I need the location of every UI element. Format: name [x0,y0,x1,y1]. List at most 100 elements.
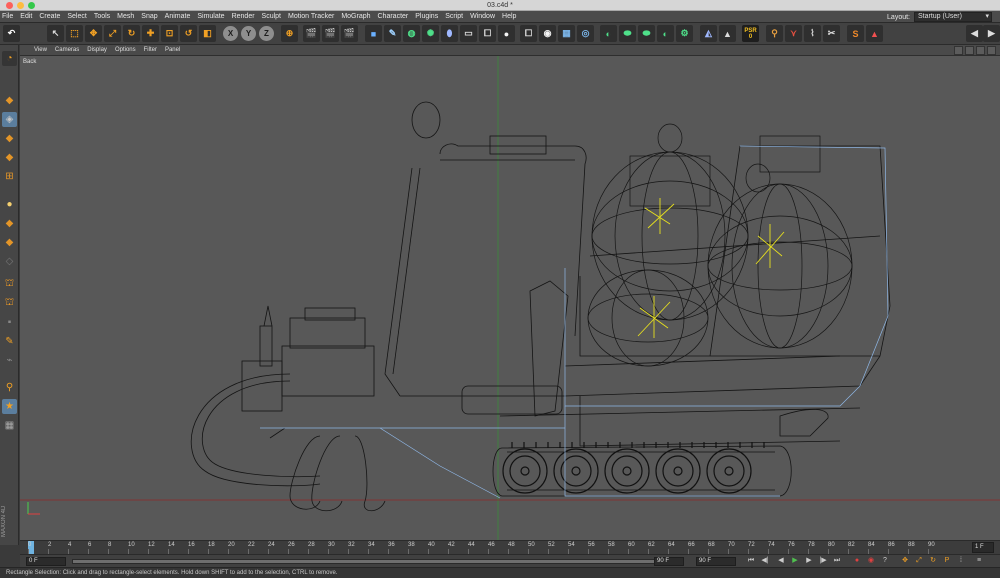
menu-script[interactable]: Script [445,11,463,23]
texture-mode-icon[interactable]: ◆ [2,131,17,146]
next-key-icon[interactable]: |▶ [818,556,828,566]
quantize-icon[interactable]: ▪ [2,315,17,330]
points-mode-icon[interactable]: ● [2,197,17,212]
make-editable-icon[interactable]: ◔ [2,51,17,66]
toggle-panel-icon[interactable] [987,46,996,55]
render-picture-viewer-icon[interactable]: 🎬 [322,25,339,42]
play-forward-icon[interactable]: ▶ [790,556,800,566]
pen-spline-icon[interactable]: ✎ [384,25,401,42]
hair-icon[interactable]: ✂ [823,25,840,42]
previous-frame-icon[interactable]: ◀ [776,556,786,566]
viewport-menu-cameras[interactable]: Cameras [55,45,79,56]
pan-view-icon[interactable] [954,46,963,55]
object-mode-icon[interactable]: ◈ [2,112,17,127]
snap-settings-icon[interactable]: ⛫ [2,296,17,311]
axis-mode-icon[interactable]: ⊞ [2,169,17,184]
timeline-menu-icon[interactable]: ≡ [974,556,984,566]
lock-workplane-icon[interactable]: ⚲ [2,380,17,395]
menu-window[interactable]: Window [470,11,495,23]
mograph-effector-icon[interactable]: ◐ [657,25,674,42]
subdivision-surface-icon[interactable]: ◍ [403,25,420,42]
light-icon[interactable]: ● [498,25,515,42]
sculpt-icon[interactable]: ◭ [700,25,717,42]
array-icon[interactable]: ✺ [422,25,439,42]
viewport-menu-filter[interactable]: Filter [144,45,157,56]
model-mode-icon[interactable]: ◆ [2,93,17,108]
zoom-view-icon[interactable] [965,46,974,55]
viewport-menu-display[interactable]: Display [87,45,107,56]
rectangle-selection-icon[interactable]: ⬚ [66,25,83,42]
menu-character[interactable]: Character [378,11,409,23]
end-frame-field[interactable]: 90 F [696,557,736,566]
camera-icon[interactable]: ⧠ [479,25,496,42]
snap-enable-icon[interactable]: ⛫ [2,277,17,292]
key-pla-icon[interactable]: ⁞ [956,556,966,566]
keyframe-selection-icon[interactable]: ? [880,556,890,566]
record-active-icon[interactable]: ● [852,556,862,566]
ik-chain-icon[interactable]: ⋎ [785,25,802,42]
start-frame-field[interactable]: 0 F [26,557,66,566]
menu-animate[interactable]: Animate [165,11,191,23]
move-tool-icon[interactable]: ✥ [85,25,102,42]
autokey-icon[interactable]: ◉ [866,556,876,566]
grid-plane-icon[interactable]: ▦ [558,25,575,42]
dynamics-icon[interactable]: ⌇ [804,25,821,42]
menu-motion-tracker[interactable]: Motion Tracker [288,11,334,23]
scale-object-icon[interactable]: ⊡ [161,25,178,42]
previous-key-icon[interactable]: ◀| [760,556,770,566]
globe-sky-icon[interactable]: ◎ [577,25,594,42]
edges-mode-icon[interactable]: ◆ [2,216,17,231]
current-frame-field[interactable]: 1 F [972,542,994,553]
back-viewport[interactable]: Back [20,56,1000,540]
key-rotation-icon[interactable]: ↻ [928,556,938,566]
layout-dropdown[interactable]: Startup (User) [914,12,992,22]
undo-icon[interactable]: ↶ [3,25,20,42]
render-settings-icon[interactable]: 🎬 [341,25,358,42]
scene-camera-icon[interactable]: ⧠ [520,25,537,42]
menu-snap[interactable]: Snap [141,11,157,23]
psr-indicator[interactable]: PSR 0 [742,25,759,42]
preview-end-field[interactable]: 90 F [654,557,684,566]
primitive-shapes-icon[interactable]: ▲ [866,25,883,42]
y-axis-lock-icon[interactable]: Y [241,26,256,41]
paint-icon[interactable]: ⌁ [2,353,17,368]
rotate-object-icon[interactable]: ↺ [180,25,197,42]
menu-help[interactable]: Help [502,11,516,23]
workplane-mode-icon[interactable]: ◆ [2,150,17,165]
viewport-menu-panel[interactable]: Panel [165,45,180,56]
mograph-field-icon[interactable]: ⚙ [676,25,693,42]
menu-edit[interactable]: Edit [20,11,32,23]
menu-render[interactable]: Render [232,11,255,23]
menu-mograph[interactable]: MoGraph [341,11,370,23]
key-scale-icon[interactable]: ⤢ [914,556,924,566]
last-tool-icon[interactable]: ◧ [199,25,216,42]
render-view-icon[interactable]: 🎬 [303,25,320,42]
scroll-toolbar-right-icon[interactable]: ▶ [983,25,1000,42]
menu-sculpt[interactable]: Sculpt [262,11,281,23]
preview-range-slider[interactable] [72,559,682,564]
timeline-ruler[interactable]: 0 2 4 6 8 10 12 14 16 18 20 22 24 26 28 … [20,540,1000,554]
live-selection-icon[interactable]: ↖ [47,25,64,42]
menu-tools[interactable]: Tools [94,11,110,23]
key-parameter-icon[interactable]: P [942,556,952,566]
scale-tool-icon[interactable]: ⤢ [104,25,121,42]
scroll-toolbar-left-icon[interactable]: ◀ [966,25,983,42]
menu-plugins[interactable]: Plugins [415,11,438,23]
add-object-icon[interactable]: ✚ [142,25,159,42]
script-plugin-icon[interactable]: S [847,25,864,42]
rotate-view-icon[interactable] [976,46,985,55]
deformer-icon[interactable]: ⬮ [441,25,458,42]
menu-file[interactable]: File [2,11,13,23]
coordinate-system-icon[interactable]: ⊕ [281,25,298,42]
bulb-icon[interactable]: ◉ [539,25,556,42]
next-frame-icon[interactable]: ▶ [804,556,814,566]
menu-create[interactable]: Create [39,11,60,23]
key-position-icon[interactable]: ✥ [900,556,910,566]
go-to-start-icon[interactable]: ⏮ [746,556,756,566]
mograph-matrix-icon[interactable]: ⬬ [638,25,655,42]
mograph-fracture-icon[interactable]: ⬬ [619,25,636,42]
floor-icon[interactable]: ▭ [460,25,477,42]
viewport-solo-icon[interactable]: ▦ [2,418,17,433]
menu-simulate[interactable]: Simulate [197,11,224,23]
rotate-tool-icon[interactable]: ↻ [123,25,140,42]
